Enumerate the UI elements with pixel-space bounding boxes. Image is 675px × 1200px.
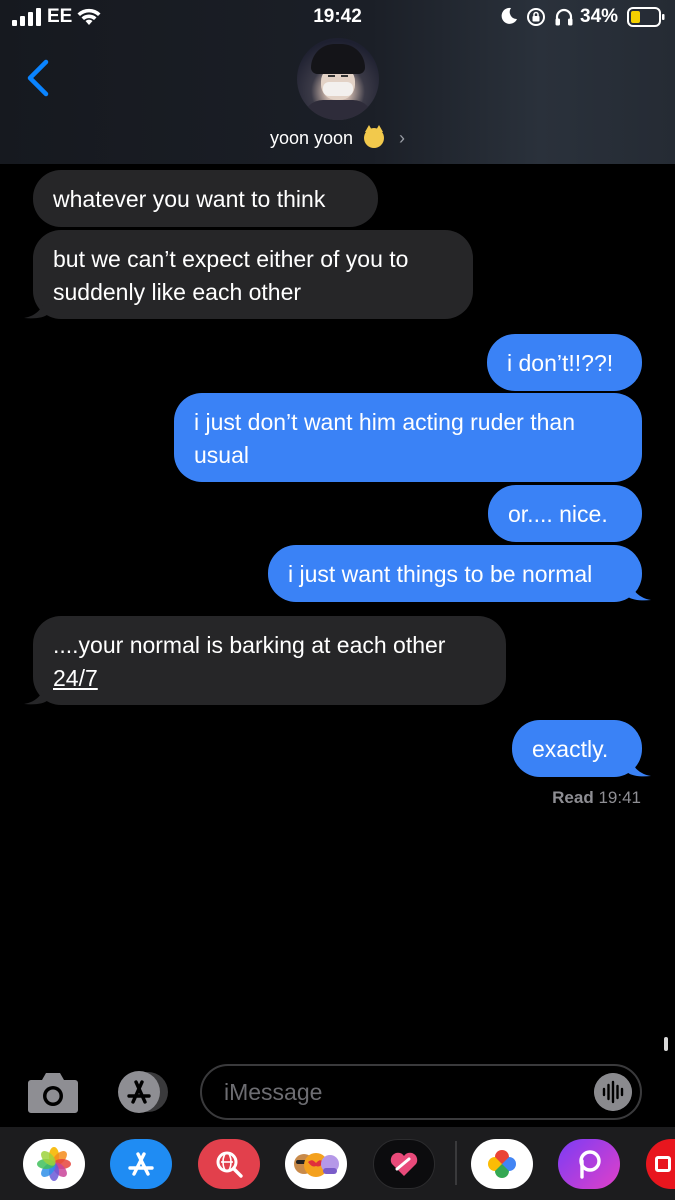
- outgoing-bubble-tail: [627, 756, 651, 777]
- headphones-icon: [555, 8, 573, 26]
- outgoing-message[interactable]: i don’t!!??!: [487, 334, 642, 391]
- battery-icon: [627, 7, 665, 27]
- memoji-app-button[interactable]: [285, 1139, 347, 1189]
- photos-app-button[interactable]: [23, 1139, 85, 1189]
- app-store-app-button[interactable]: [110, 1139, 172, 1189]
- outgoing-message[interactable]: i just don’t want him acting ruder than …: [174, 393, 642, 482]
- google-photos-icon: [488, 1150, 516, 1178]
- partial-app-icon: [655, 1156, 671, 1172]
- web-search-icon: [216, 1151, 243, 1178]
- message-text-line: but we can’t expect either of you to: [53, 246, 409, 272]
- photos-icon: [37, 1147, 71, 1181]
- read-receipt: Read 19:41: [552, 788, 641, 808]
- status-bar: EE 19:42 34%: [0, 0, 675, 34]
- picsart-icon: [579, 1150, 601, 1179]
- imessage-app-drawer: [0, 1127, 675, 1200]
- do-not-disturb-moon-icon: [501, 7, 517, 24]
- contact-name-button[interactable]: yoon yoon ›: [0, 125, 675, 149]
- rotation-lock-icon: [527, 8, 545, 26]
- contact-avatar[interactable]: [297, 38, 379, 120]
- incoming-message[interactable]: ....your normal is barking at each other…: [33, 616, 506, 705]
- outgoing-message[interactable]: or.... nice.: [488, 485, 642, 542]
- heart-sticker-app-button[interactable]: [373, 1139, 435, 1189]
- web-search-app-button[interactable]: [198, 1139, 260, 1189]
- drawer-divider: [455, 1141, 457, 1185]
- picsart-app-button[interactable]: [558, 1139, 620, 1189]
- app-store-icon: [128, 1152, 154, 1176]
- back-chevron-icon[interactable]: [24, 58, 52, 98]
- heart-sticker-icon: [390, 1152, 418, 1176]
- google-photos-app-button[interactable]: [471, 1139, 533, 1189]
- detected-data-link[interactable]: 24/7: [53, 662, 486, 695]
- message-text: i don’t!!??!: [507, 350, 614, 376]
- message-text: exactly.: [532, 736, 609, 762]
- incoming-message[interactable]: but we can’t expect either of you to sud…: [33, 230, 473, 319]
- message-text: or.... nice.: [508, 501, 608, 527]
- scroll-indicator[interactable]: [664, 1037, 668, 1051]
- incoming-bubble-tail: [24, 684, 48, 705]
- incoming-bubble-tail: [24, 298, 48, 319]
- read-label: Read: [552, 788, 594, 807]
- message-text-line: ....your normal is barking at each other: [53, 632, 446, 658]
- app-store-apps-icon[interactable]: [113, 1069, 173, 1115]
- outgoing-bubble-tail: [627, 580, 651, 601]
- memoji-icon: [294, 1153, 339, 1177]
- message-text-line: usual: [194, 442, 249, 468]
- message-input-placeholder: iMessage: [224, 1079, 323, 1105]
- cat-face-emoji-icon: [364, 125, 385, 149]
- outgoing-message[interactable]: i just want things to be normal: [268, 545, 642, 602]
- outgoing-message[interactable]: exactly.: [512, 720, 642, 777]
- conversation-header: EE 19:42 34% yoon yoon ›: [0, 0, 675, 164]
- audio-message-icon[interactable]: [594, 1073, 632, 1111]
- incoming-message[interactable]: whatever you want to think: [33, 170, 378, 227]
- message-text-line: i just don’t want him acting ruder than: [194, 409, 575, 435]
- chevron-right-icon: ›: [399, 127, 406, 148]
- camera-icon[interactable]: [27, 1070, 79, 1114]
- message-input[interactable]: iMessage: [200, 1064, 642, 1120]
- message-text: i just want things to be normal: [288, 561, 593, 587]
- contact-name: yoon yoon: [269, 127, 354, 148]
- read-time: 19:41: [598, 788, 641, 807]
- message-text: whatever you want to think: [53, 186, 326, 212]
- partial-app-button[interactable]: [646, 1139, 675, 1189]
- message-text-line: suddenly like each other: [53, 279, 302, 305]
- battery-percentage: 34%: [580, 6, 619, 27]
